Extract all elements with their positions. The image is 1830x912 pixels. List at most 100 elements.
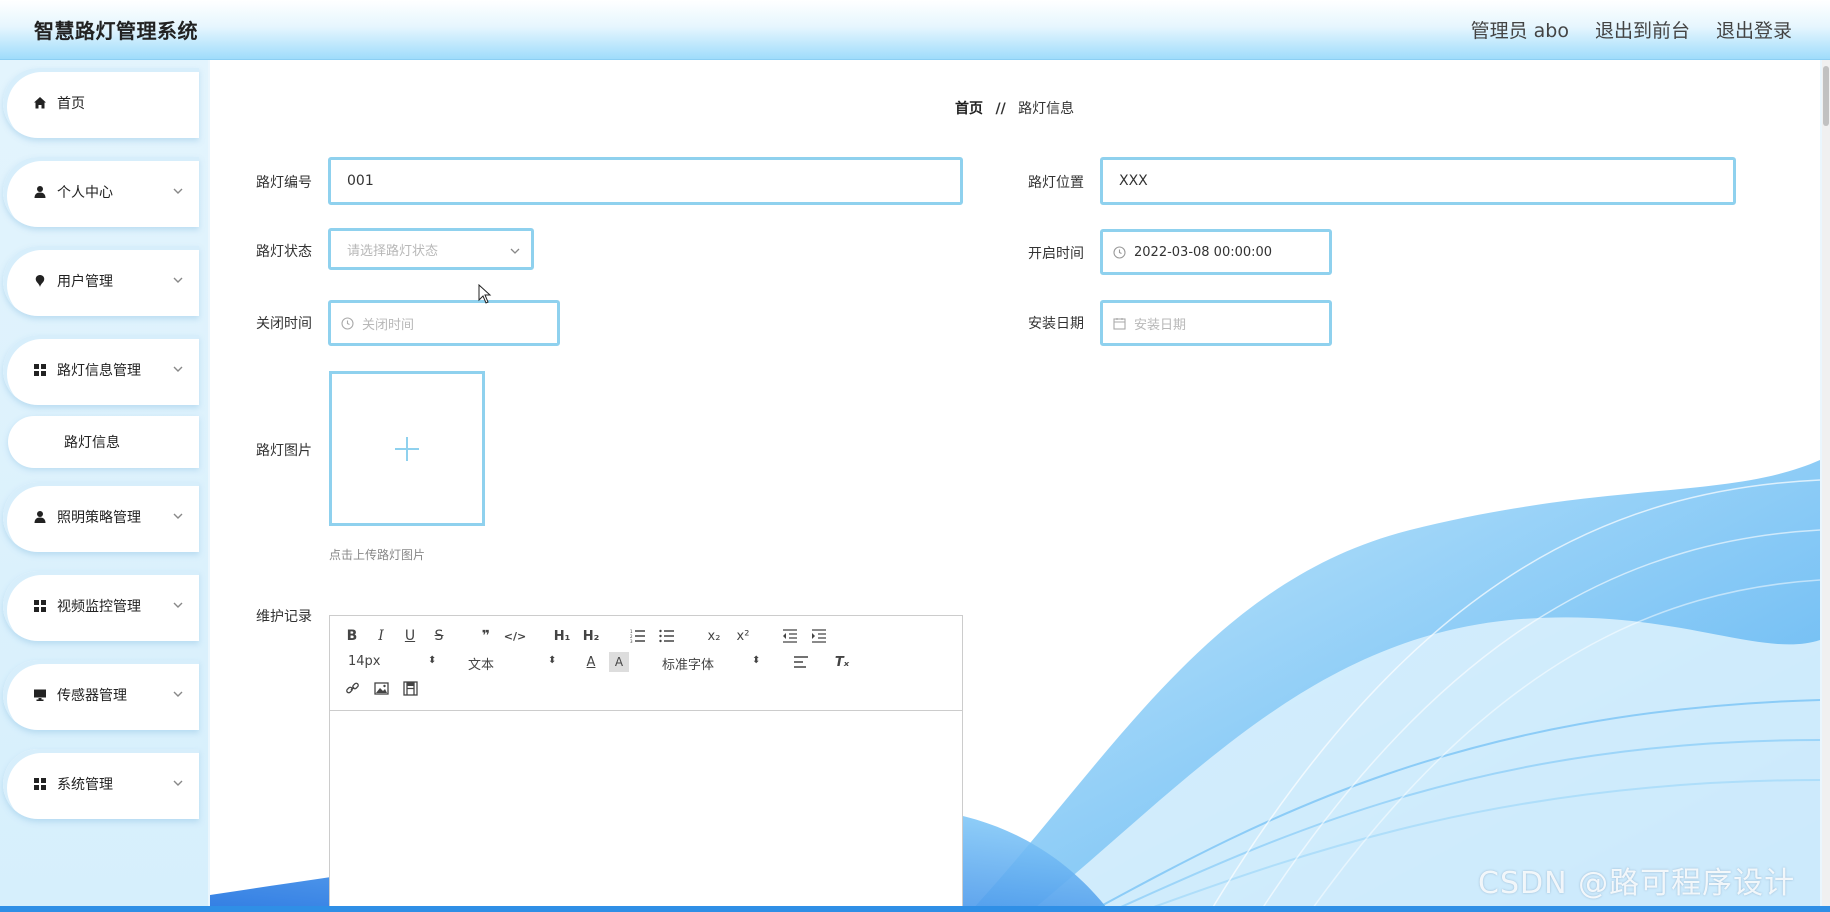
- chevron-down-icon: [510, 248, 520, 254]
- breadcrumb-home[interactable]: 首页: [955, 101, 983, 117]
- outdent-icon[interactable]: [780, 626, 800, 646]
- home-icon: [33, 96, 47, 110]
- chevron-down-icon: [173, 602, 183, 608]
- sidebar-item-label: 传感器管理: [57, 688, 127, 704]
- video-icon[interactable]: [400, 678, 420, 698]
- install-date-label: 安装日期: [1028, 316, 1084, 332]
- svg-text:3: 3: [630, 639, 633, 643]
- image-label: 路灯图片: [256, 443, 312, 459]
- sidebar-item-label: 视频监控管理: [57, 599, 141, 615]
- font-size-select[interactable]: 14px ⬍: [348, 654, 436, 669]
- sidebar-item-lighting-strategy[interactable]: 照明策略管理: [3, 482, 199, 552]
- grid-icon: [33, 363, 47, 377]
- select-arrows-icon: ⬍: [752, 655, 761, 666]
- header-format-select[interactable]: 文本 ⬍: [468, 654, 557, 673]
- sidebar-item-user-management[interactable]: 用户管理: [3, 246, 199, 316]
- lamp-no-label: 路灯编号: [256, 175, 312, 191]
- calendar-icon: [1113, 317, 1126, 330]
- install-date-placeholder: 安装日期: [1134, 317, 1187, 333]
- bold-icon[interactable]: B: [342, 626, 362, 646]
- sidebar-item-label: 照明策略管理: [57, 510, 141, 526]
- editor-toolbar: B I U S ❞ </> H₁ H₂ 123 x₂ x² 14px ⬍ 文本 …: [330, 616, 962, 711]
- subscript-icon[interactable]: x₂: [704, 626, 724, 646]
- bullet-list-icon[interactable]: [657, 626, 677, 646]
- logout-link[interactable]: 退出登录: [1716, 16, 1792, 43]
- indent-icon[interactable]: [809, 626, 829, 646]
- clock-icon: [1113, 245, 1126, 259]
- rich-text-editor: B I U S ❞ </> H₁ H₂ 123 x₂ x² 14px ⬍ 文本 …: [329, 615, 963, 912]
- open-time-value: 2022-03-08 00:00:00: [1134, 244, 1273, 260]
- sidebar-item-system-management[interactable]: 系统管理: [3, 749, 199, 819]
- install-date-picker[interactable]: 安装日期: [1100, 300, 1332, 346]
- page-scrollbar[interactable]: [1822, 60, 1830, 912]
- chevron-down-icon: [173, 780, 183, 786]
- font-family-value: 标准字体: [662, 658, 715, 673]
- chevron-down-icon: [173, 277, 183, 283]
- grid-icon: [33, 599, 47, 613]
- header-format-value: 文本: [468, 658, 495, 673]
- bottom-accent-bar: [0, 906, 1830, 912]
- sidebar: 首页 个人中心 用户管理 路灯信息管理 路灯信息 照明策略管理 视频监控管理 传…: [0, 60, 208, 912]
- grid-icon: [33, 777, 47, 791]
- font-size-value: 14px: [348, 654, 381, 669]
- clock-icon: [341, 316, 354, 330]
- sidebar-item-label: 首页: [57, 96, 85, 112]
- link-icon[interactable]: [342, 678, 362, 698]
- pin-icon: [33, 274, 47, 288]
- close-time-label: 关闭时间: [256, 316, 312, 332]
- blockquote-icon[interactable]: ❞: [476, 626, 496, 646]
- top-header: 智慧路灯管理系统 管理员 abo 退出到前台 退出登录: [0, 0, 1830, 60]
- plus-icon: [395, 436, 419, 461]
- scrollbar-thumb[interactable]: [1823, 66, 1829, 126]
- ordered-list-icon[interactable]: 123: [628, 626, 648, 646]
- heading-1-icon[interactable]: H₁: [552, 626, 572, 646]
- sidebar-item-home[interactable]: 首页: [3, 68, 199, 138]
- open-time-picker[interactable]: 2022-03-08 00:00:00: [1100, 229, 1332, 275]
- image-upload-button[interactable]: [329, 371, 485, 526]
- sidebar-item-sensor-management[interactable]: 传感器管理: [3, 660, 199, 730]
- superscript-icon[interactable]: x²: [733, 626, 753, 646]
- font-family-select[interactable]: 标准字体 ⬍: [662, 654, 761, 673]
- lamp-no-input[interactable]: 001: [328, 157, 963, 205]
- watermark-text: CSDN @路可程序设计: [1478, 866, 1796, 901]
- main-content: 首页 // 路灯信息 路灯编号 001 路灯位置 XXX 路灯状态 请选择路灯状…: [210, 60, 1820, 912]
- header-actions: 管理员 abo 退出到前台 退出登录: [1471, 16, 1792, 43]
- exit-to-front-link[interactable]: 退出到前台: [1595, 16, 1690, 43]
- font-color-icon[interactable]: A: [581, 652, 601, 672]
- chevron-down-icon: [173, 366, 183, 372]
- image-icon[interactable]: [371, 678, 391, 698]
- chevron-down-icon: [173, 188, 183, 194]
- italic-icon[interactable]: I: [371, 626, 391, 646]
- location-input[interactable]: XXX: [1100, 157, 1736, 205]
- status-select[interactable]: 请选择路灯状态: [328, 228, 534, 270]
- background-color-icon[interactable]: A: [609, 652, 629, 672]
- user-icon: [33, 510, 47, 524]
- sidebar-item-label: 系统管理: [57, 777, 113, 793]
- close-time-picker[interactable]: 关闭时间: [328, 300, 560, 346]
- align-icon[interactable]: [791, 652, 811, 672]
- sidebar-item-label: 个人中心: [57, 185, 113, 201]
- sidebar-subitem-lamp-info[interactable]: 路灯信息: [8, 416, 199, 468]
- sidebar-subitem-label: 路灯信息: [64, 435, 120, 451]
- chevron-down-icon: [173, 691, 183, 697]
- heading-2-icon[interactable]: H₂: [581, 626, 601, 646]
- strikethrough-icon[interactable]: S: [429, 626, 449, 646]
- admin-user-label: 管理员 abo: [1470, 20, 1569, 42]
- mouse-cursor-icon: [478, 284, 492, 304]
- app-title: 智慧路灯管理系统: [34, 19, 198, 43]
- location-label: 路灯位置: [1028, 175, 1084, 191]
- sidebar-item-label: 用户管理: [57, 274, 113, 290]
- select-arrows-icon: ⬍: [548, 655, 557, 666]
- sidebar-item-lamp-info-management[interactable]: 路灯信息管理: [3, 335, 199, 405]
- editor-content-area[interactable]: [330, 711, 962, 911]
- sidebar-item-personal-center[interactable]: 个人中心: [3, 157, 199, 227]
- close-time-placeholder: 关闭时间: [362, 317, 415, 333]
- underline-icon[interactable]: U: [400, 626, 420, 646]
- open-time-label: 开启时间: [1028, 246, 1084, 262]
- breadcrumb: 首页 // 路灯信息: [955, 98, 1074, 118]
- code-icon[interactable]: </>: [504, 626, 526, 646]
- clear-format-icon[interactable]: Tₓ: [832, 652, 852, 672]
- sidebar-item-video-monitoring[interactable]: 视频监控管理: [3, 571, 199, 641]
- maintenance-label: 维护记录: [256, 609, 312, 625]
- monitor-icon: [33, 688, 47, 702]
